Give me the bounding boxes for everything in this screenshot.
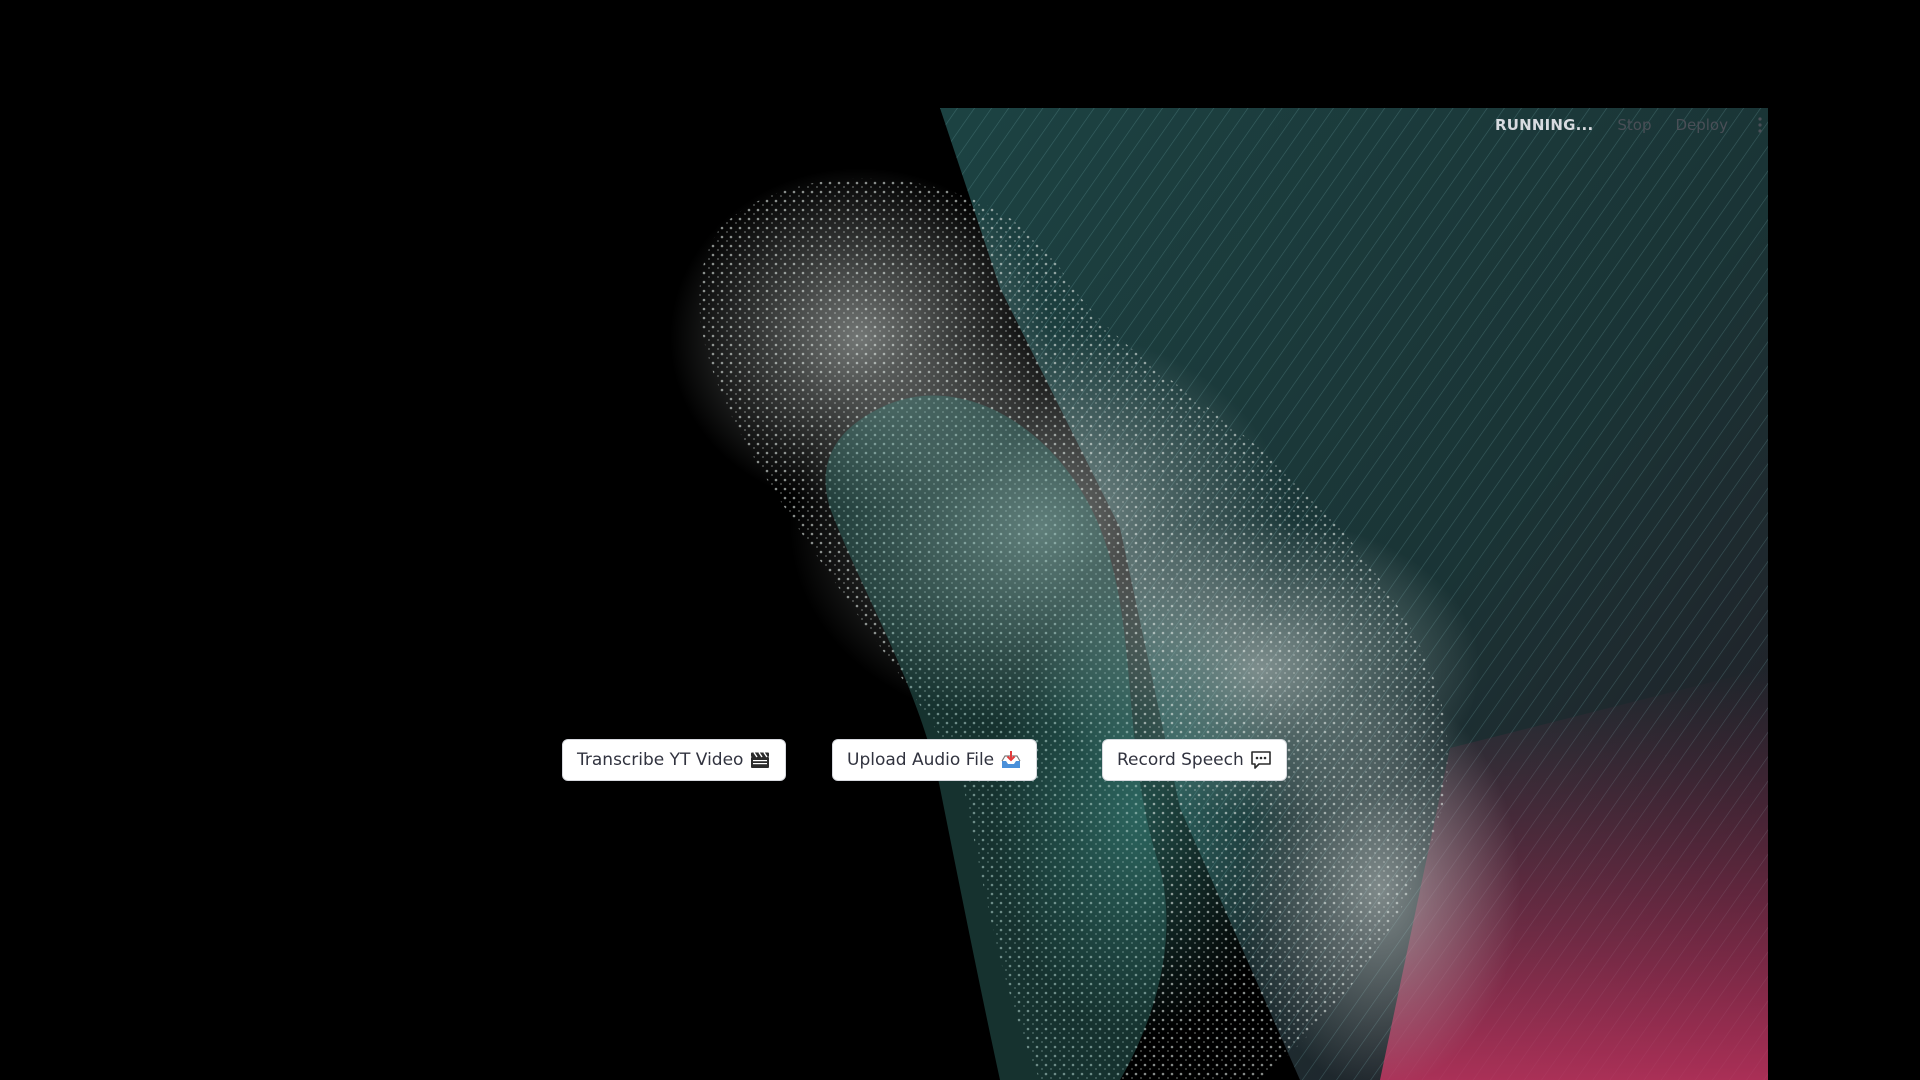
app-main — [0, 108, 1768, 1080]
transcribe-yt-video-label: Transcribe YT Video — [577, 750, 744, 770]
wallpaper-background — [0, 108, 1768, 1080]
app-header: RUNNING... Stop Deploy — [1495, 108, 1768, 142]
running-status: RUNNING... — [1494, 116, 1594, 134]
kebab-menu-icon[interactable] — [1752, 115, 1768, 135]
upload-audio-file-label: Upload Audio File — [847, 750, 995, 770]
deploy-button[interactable]: Deploy — [1675, 116, 1728, 134]
upload-audio-file-button[interactable]: Upload Audio File — [832, 739, 1038, 781]
stop-button[interactable]: Stop — [1617, 116, 1651, 134]
record-speech-label: Record Speech — [1117, 750, 1244, 770]
record-speech-button[interactable]: Record Speech — [1102, 739, 1287, 781]
transcribe-yt-video-button[interactable]: Transcribe YT Video — [562, 739, 787, 781]
clapperboard-icon — [749, 749, 771, 771]
screen: RUNNING... Stop Deploy Transcribe YT Vid… — [0, 0, 1920, 1080]
speech-balloon-icon — [1250, 749, 1272, 771]
inbox-tray-icon — [1000, 749, 1022, 771]
